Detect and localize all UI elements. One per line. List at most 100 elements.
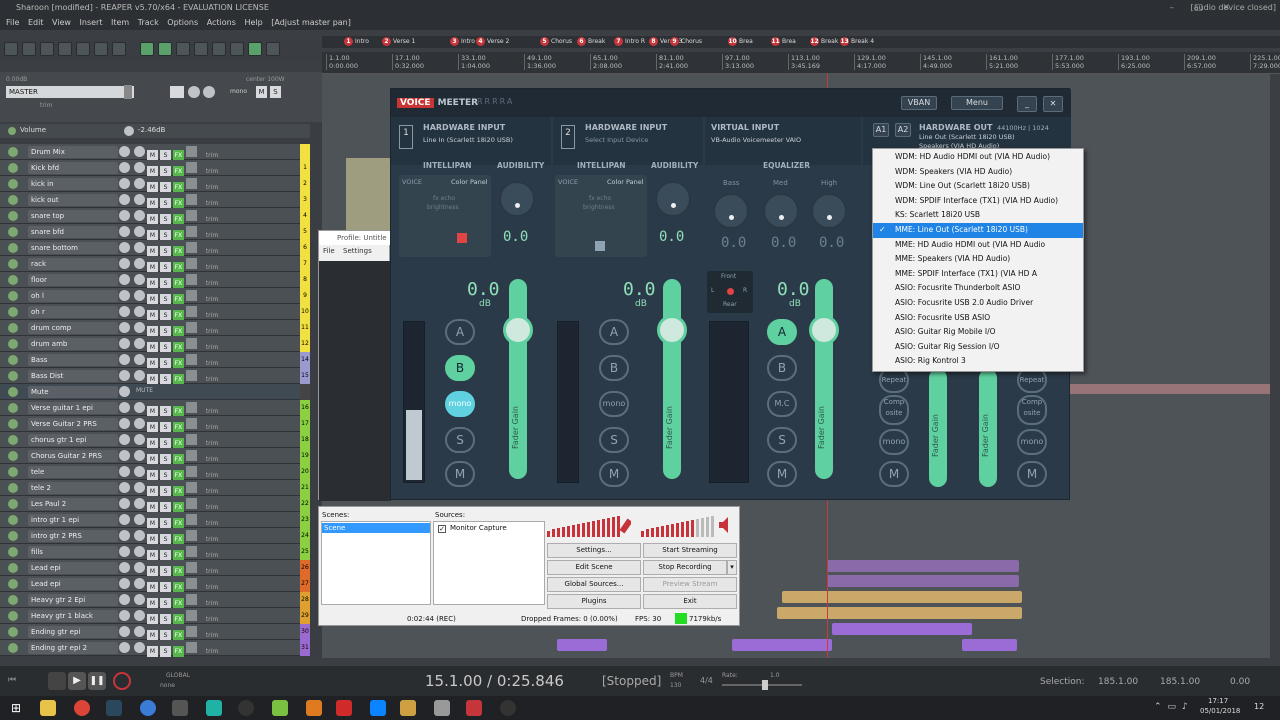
- save-project-icon[interactable]: [40, 42, 54, 56]
- track-icon[interactable]: [8, 387, 18, 397]
- track-icon[interactable]: [8, 227, 18, 237]
- track-pan-knob[interactable]: [134, 578, 145, 589]
- hardware-input-1[interactable]: 1 HARDWARE INPUT Line In (Scarlett 18i20…: [391, 117, 551, 165]
- track-volume-knob[interactable]: [119, 338, 130, 349]
- obs-global-sources-button[interactable]: Global Sources...: [547, 577, 641, 592]
- track-volume-knob[interactable]: [119, 626, 130, 637]
- media-item[interactable]: [732, 639, 832, 651]
- track-row[interactable]: Bass M S FX trim 14: [0, 352, 310, 369]
- track-pan-knob[interactable]: [134, 530, 145, 541]
- track-row[interactable]: kick out M S FX trim 3: [0, 192, 310, 209]
- track-row[interactable]: Heavy gtr 1 black M S FX trim 29: [0, 608, 310, 625]
- record-arm-button[interactable]: [186, 306, 197, 317]
- menu-options[interactable]: Options: [167, 16, 198, 30]
- track-row[interactable]: Lead epi M S FX trim 26: [0, 560, 310, 577]
- track-name[interactable]: Heavy gtr 1 black: [28, 610, 118, 622]
- grid-icon[interactable]: [176, 42, 190, 56]
- track-name[interactable]: kick out: [28, 194, 118, 206]
- track-icon[interactable]: [8, 515, 18, 525]
- audibility-knob-2[interactable]: [655, 181, 691, 217]
- track-pan-knob[interactable]: [134, 418, 145, 429]
- track-row[interactable]: drum amb M S FX trim 12: [0, 336, 310, 353]
- track-icon[interactable]: [8, 371, 18, 381]
- selection-length[interactable]: 0.00: [1230, 677, 1250, 687]
- volume-envelope-lane[interactable]: Volume -2.46dB: [0, 124, 310, 138]
- track-icon[interactable]: [8, 259, 18, 269]
- track-name[interactable]: kick in: [28, 178, 118, 190]
- record-arm-button[interactable]: [186, 274, 197, 285]
- track-row[interactable]: tele 2 M S FX trim 21: [0, 480, 310, 497]
- track-icon[interactable]: [8, 563, 18, 573]
- track-icon[interactable]: [8, 323, 18, 333]
- marker-12[interactable]: 12 Break: [810, 37, 838, 47]
- track-volume-knob[interactable]: [119, 418, 130, 429]
- selection-start[interactable]: 185.1.00: [1098, 677, 1138, 687]
- track-row[interactable]: oh l M S FX trim 9: [0, 288, 310, 305]
- selection-end[interactable]: 185.1.00: [1160, 677, 1200, 687]
- record-arm-button[interactable]: [186, 514, 197, 525]
- strip2-mute-button[interactable]: M: [599, 461, 629, 487]
- track-name[interactable]: floor: [28, 274, 118, 286]
- track-pan-knob[interactable]: [134, 498, 145, 509]
- source-checkbox[interactable]: ✓: [438, 525, 446, 533]
- track-volume-knob[interactable]: [119, 594, 130, 605]
- out-composite-button-1[interactable]: Comp osite: [879, 395, 909, 425]
- track-name[interactable]: Lead epi: [28, 578, 118, 590]
- track-pan-knob[interactable]: [134, 210, 145, 221]
- track-row[interactable]: tele M S FX trim 20: [0, 464, 310, 481]
- master-solo-button[interactable]: S: [270, 86, 281, 98]
- track-row[interactable]: intro gtr 2 PRS M S FX trim 24: [0, 528, 310, 545]
- record-arm-button[interactable]: [186, 178, 197, 189]
- track-volume-knob[interactable]: [119, 514, 130, 525]
- out-mute-button-2[interactable]: M: [1017, 461, 1047, 487]
- out-mono-button-2[interactable]: mono: [1017, 429, 1047, 455]
- track-row[interactable]: oh r M S FX trim 10: [0, 304, 310, 321]
- obs-menu-file[interactable]: File: [323, 247, 335, 255]
- strip1-fader[interactable]: Fader Gain: [503, 279, 533, 479]
- media-item[interactable]: [557, 639, 607, 651]
- pad-color-panel-label[interactable]: Color Panel: [451, 178, 488, 186]
- track-icon[interactable]: [8, 339, 18, 349]
- track-volume-knob[interactable]: [119, 562, 130, 573]
- device-menu-item[interactable]: WDM: Speakers (VIA HD Audio): [873, 165, 1083, 180]
- master-track[interactable]: 0.00dB center 100W MASTER mono M S trim: [0, 72, 322, 122]
- track-volume-knob[interactable]: [119, 178, 130, 189]
- track-icon[interactable]: [8, 179, 18, 189]
- master-fx-button[interactable]: [170, 86, 184, 98]
- track-pan-knob[interactable]: [134, 642, 145, 653]
- track-row[interactable]: Chorus Guitar 2 PRS M S FX trim 19: [0, 448, 310, 465]
- track-name[interactable]: Ending gtr epi 2: [28, 642, 118, 654]
- notification-count[interactable]: 12: [1254, 702, 1264, 711]
- track-name[interactable]: oh l: [28, 290, 118, 302]
- open-project-icon[interactable]: [22, 42, 36, 56]
- record-arm-button[interactable]: [186, 562, 197, 573]
- eq-bass-knob[interactable]: [713, 193, 749, 229]
- track-volume-knob[interactable]: [119, 226, 130, 237]
- marker-2[interactable]: 2 Verse 1: [382, 37, 415, 47]
- track-name[interactable]: Verse guitar 1 epi: [28, 402, 118, 414]
- track-volume-knob[interactable]: [119, 546, 130, 557]
- track-name[interactable]: intro gtr 1 epi: [28, 514, 118, 526]
- marker-4[interactable]: 4 Verse 2: [476, 37, 509, 47]
- hardware-input-2[interactable]: 2 HARDWARE INPUT Select Input Device: [553, 117, 703, 165]
- device-menu-item[interactable]: ASIO: Focusrite Thunderbolt ASIO: [873, 281, 1083, 296]
- pad-color-panel-label[interactable]: Color Panel: [607, 178, 644, 186]
- obs-exit-button[interactable]: Exit: [643, 594, 737, 609]
- menu-track[interactable]: Track: [138, 16, 159, 30]
- menu-help[interactable]: Help: [244, 16, 262, 30]
- menu-file[interactable]: File: [6, 16, 19, 30]
- obs-edit-scene-button[interactable]: Edit Scene: [547, 560, 641, 575]
- track-name[interactable]: Bass Dist: [28, 370, 118, 382]
- redo-icon[interactable]: [94, 42, 108, 56]
- out-composite-button-2[interactable]: Comp osite: [1017, 395, 1047, 425]
- track-name[interactable]: Les Paul 2: [28, 498, 118, 510]
- transport-position[interactable]: 15.1.00 / 0:25.846: [425, 672, 564, 690]
- track-icon[interactable]: [8, 627, 18, 637]
- new-project-icon[interactable]: [4, 42, 18, 56]
- automation-mode[interactable]: none: [160, 682, 175, 689]
- marker-7[interactable]: 7 Intro R: [614, 37, 645, 47]
- snap-icon[interactable]: [140, 42, 154, 56]
- strip2-bus-a-button[interactable]: A: [599, 319, 629, 345]
- media-item[interactable]: [827, 575, 1019, 587]
- track-name[interactable]: Bass: [28, 354, 118, 366]
